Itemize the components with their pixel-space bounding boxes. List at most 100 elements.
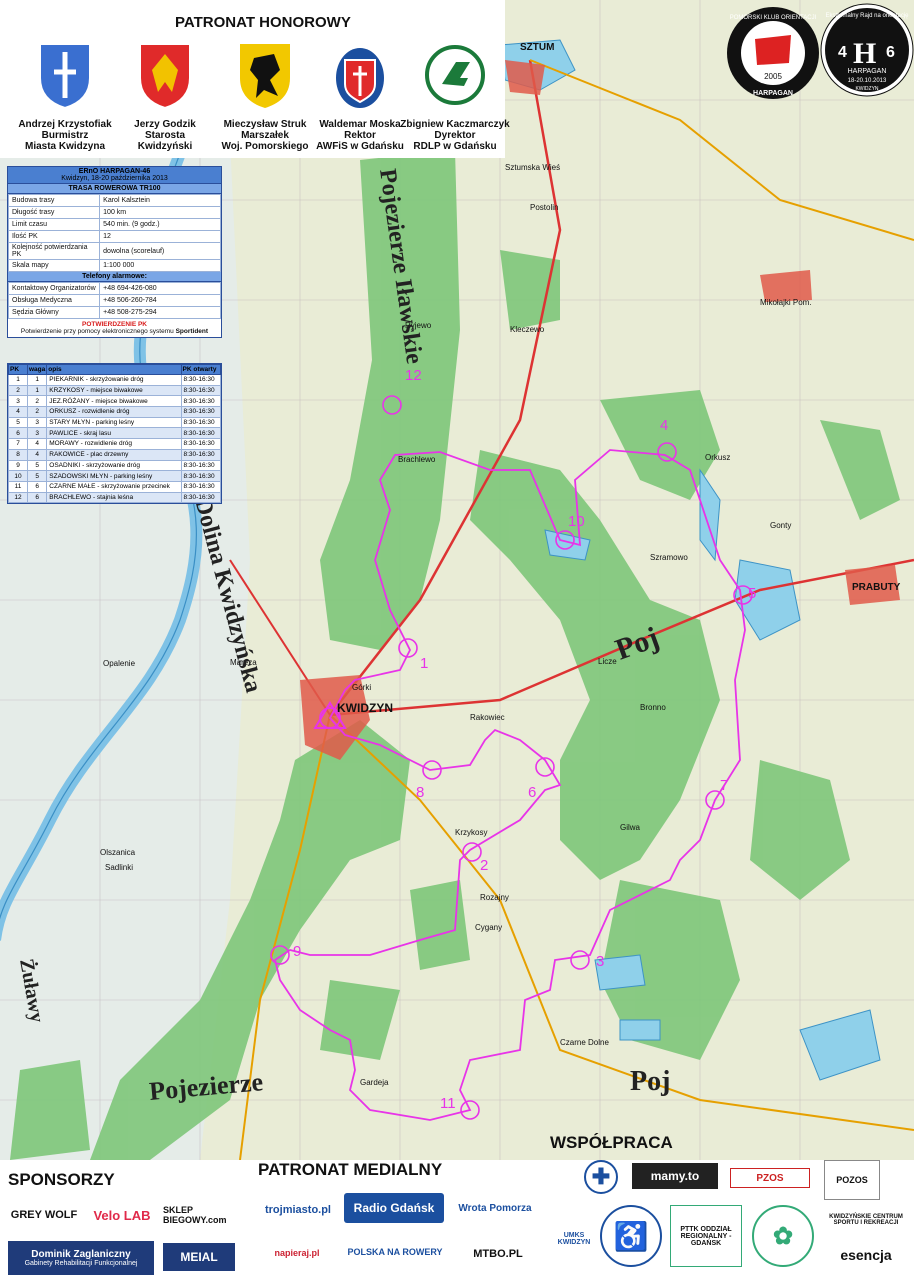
partner-label: KWIDZYŃSKIE CENTRUM SPORTU I REKREACJI	[829, 1214, 903, 1226]
detail-key: Długość trasy	[7, 206, 101, 219]
info-header: ERnO HARPAGAN-46 Kwidzyn, 18-20 paździer…	[8, 167, 221, 184]
table-row: 11 6 CZARNE MAŁE - skrzyżowanie przecinek 8…	[8, 480, 222, 493]
event-logo: Ekstremalny Rajd na orientację 4 H 6 HAR…	[820, 3, 914, 97]
col-header-weight: waga	[26, 364, 48, 375]
checkpoint-rows: 1 1 PIEKARNIK - skrzyżowanie dróg 8:30-16:3…	[8, 374, 222, 504]
cp-description: RAKOWICE - plac drzewny	[46, 448, 182, 461]
place-kiecewo: Kleczewo	[510, 325, 545, 334]
detail-key: Kolejność potwierdzania PK	[7, 242, 101, 260]
table-row: Limit czasu 540 min. (9 godz.)	[7, 218, 221, 231]
place-sztum: SZTUM	[520, 42, 554, 53]
sponsors-title: SPONSORZY	[8, 1170, 115, 1189]
cp-weight: 2	[26, 395, 48, 408]
table-row: 8 4 RAKOWICE - plac drzewny 8:30-16:30	[8, 448, 222, 461]
cp-label-10: 10	[568, 513, 585, 530]
place-gardeja: Gardeja	[360, 1078, 389, 1087]
cp-weight: 5	[26, 459, 48, 472]
confirmation-title: POTWIERDZENIE PK	[81, 321, 147, 328]
club-name: HARPAGAN	[753, 90, 793, 97]
sponsor-sklep-biegowy: SKLEP BIEGOWY.com	[163, 1195, 245, 1235]
cp-description: PAWLICE - skraj lasu	[46, 427, 182, 440]
cp-open-hours: 8:30-16:30	[180, 438, 222, 450]
detail-value: dowolna (scorelauf)	[99, 242, 221, 260]
event-ring-text: Ekstremalny Rajd na orientację	[825, 13, 909, 19]
cp-description: SZADOWSKI MŁYN - parking leśny	[46, 470, 182, 482]
table-header-row: PK waga opis PK otwarty	[8, 364, 222, 375]
partner-esencja: esencja	[824, 1240, 908, 1270]
cp-weight: 2	[26, 406, 48, 418]
phone-number: +48 508-275-294	[99, 306, 221, 319]
cp-weight: 5	[26, 470, 48, 482]
patron-name: Zbigniew Kaczmarczyk	[400, 119, 510, 130]
pomeranian-griffin-icon	[240, 44, 290, 108]
place-gonty: Gonty	[770, 521, 791, 530]
cp-description: STARY MŁYN - parking leśny	[46, 416, 182, 429]
col-header-description: opis	[46, 364, 182, 375]
media-polska-na-rowery: POLSKA NA ROWERY	[340, 1236, 450, 1268]
place-opalenie: Opalenie	[103, 659, 136, 668]
phone-label: Obsługa Medyczna	[7, 294, 101, 307]
place-kwidzyn: KWIDZYN	[337, 701, 393, 715]
cp-label-5: 5	[748, 585, 756, 602]
sponsor-label: Dominik Zaglaniczny	[31, 1249, 131, 1260]
cp-description: CZARNE MAŁE - skrzyżowanie przecinek	[46, 480, 182, 493]
detail-value: Karol Kalsztein	[99, 194, 221, 207]
partner-seal-icon: ✿	[752, 1205, 814, 1267]
cp-number: 4	[8, 406, 28, 418]
patronage-title: PATRONAT HONOROWY	[175, 14, 351, 31]
cp-open-hours: 8:30-16:30	[180, 374, 222, 386]
club-logo: 2005 HARPAGAN POMORSKI KLUB ORIENTACJI	[727, 7, 819, 99]
phone-label: Sędzia Główny	[7, 306, 101, 319]
phone-number: +48 506-260-784	[99, 294, 221, 307]
detail-value: 1:100 000	[99, 259, 221, 272]
partner-label: PZOS	[756, 1172, 784, 1184]
cp-number: 7	[8, 438, 28, 450]
media-label: napieraj.pl	[274, 1248, 320, 1258]
partner-kcsir: KWIDZYŃSKIE CENTRUM SPORTU I REKREACJI	[824, 1205, 908, 1235]
cp-description: ORKUSZ - rozwidlenie dróg	[46, 406, 182, 418]
checkpoint-table: PK waga opis PK otwarty 1 1 PIEKARNIK - sk…	[7, 363, 222, 505]
partner-label: POZOS	[836, 1175, 868, 1185]
cp-weight: 3	[26, 427, 48, 440]
event-name: HARPAGAN	[848, 68, 887, 75]
cp-label-11: 11	[440, 1095, 456, 1112]
col-header-open: PK otwarty	[180, 364, 222, 375]
kwidzyn-county-coat-of-arms-icon	[139, 43, 191, 110]
route-info-box: ERnO HARPAGAN-46 Kwidzyn, 18-20 paździer…	[7, 166, 222, 338]
event-city: KWIDZYN	[855, 86, 878, 92]
place-cyganie: Cygany	[475, 923, 502, 932]
place-bronno: Bronno	[640, 703, 666, 712]
cp-label-1: 1	[420, 655, 428, 672]
cp-weight: 1	[26, 384, 48, 397]
table-row: Budowa trasy Karol Kalsztein	[7, 194, 221, 207]
phones-table: Kontaktowy Organizatorów +48 694-426-080 …	[7, 282, 221, 319]
partner-label: UMKS KWIDZYN	[557, 1232, 591, 1246]
cooperation-title: WSPÓŁPRACA	[550, 1133, 673, 1152]
cp-number: 2	[8, 384, 28, 397]
table-row: 4 2 ORKUSZ - rozwidlenie dróg 8:30-16:30	[8, 406, 222, 418]
media-mtbo: MTBO.PL	[458, 1236, 538, 1272]
table-row: 2 1 KRZYKOSY - miejsce biwakowe 8:30-16:30	[8, 384, 222, 397]
partner-label: esencja	[840, 1247, 892, 1263]
table-row: Ilość PK 12	[7, 230, 221, 243]
table-row: 1 1 PIEKARNIK - skrzyżowanie dróg 8:30-16:3…	[8, 374, 222, 386]
partner-pozos: POZOS	[824, 1160, 880, 1200]
phone-number: +48 694-426-080	[99, 282, 221, 295]
cp-weight: 3	[26, 416, 48, 429]
event-dates: 18-20.10.2013	[848, 78, 887, 84]
cp-weight: 6	[26, 491, 48, 504]
route-details-table: Budowa trasy Karol Kalsztein Długość tras…	[7, 194, 221, 272]
table-row: Sędzia Główny +48 508-275-294	[7, 306, 221, 319]
place-olszanica: Olszanica	[100, 848, 136, 857]
sponsor-label: GREY WOLF	[10, 1209, 78, 1221]
cp-label-8: 8	[416, 784, 424, 801]
cp-open-hours: 8:30-16:30	[180, 416, 222, 429]
table-row: 5 3 STARY MŁYN - parking leśny 8:30-16:30	[8, 416, 222, 429]
partner-label: mamy.to	[650, 1169, 700, 1183]
detail-value: 12	[99, 230, 221, 243]
sponsor-sublabel: Gabinety Rehabilitacji Funkcjonalnej	[24, 1260, 138, 1267]
cp-weight: 4	[26, 438, 48, 450]
media-label: MTBO.PL	[473, 1248, 523, 1260]
cp-number: 8	[8, 448, 28, 461]
patron-org: RDLP w Gdańsku	[413, 141, 497, 152]
